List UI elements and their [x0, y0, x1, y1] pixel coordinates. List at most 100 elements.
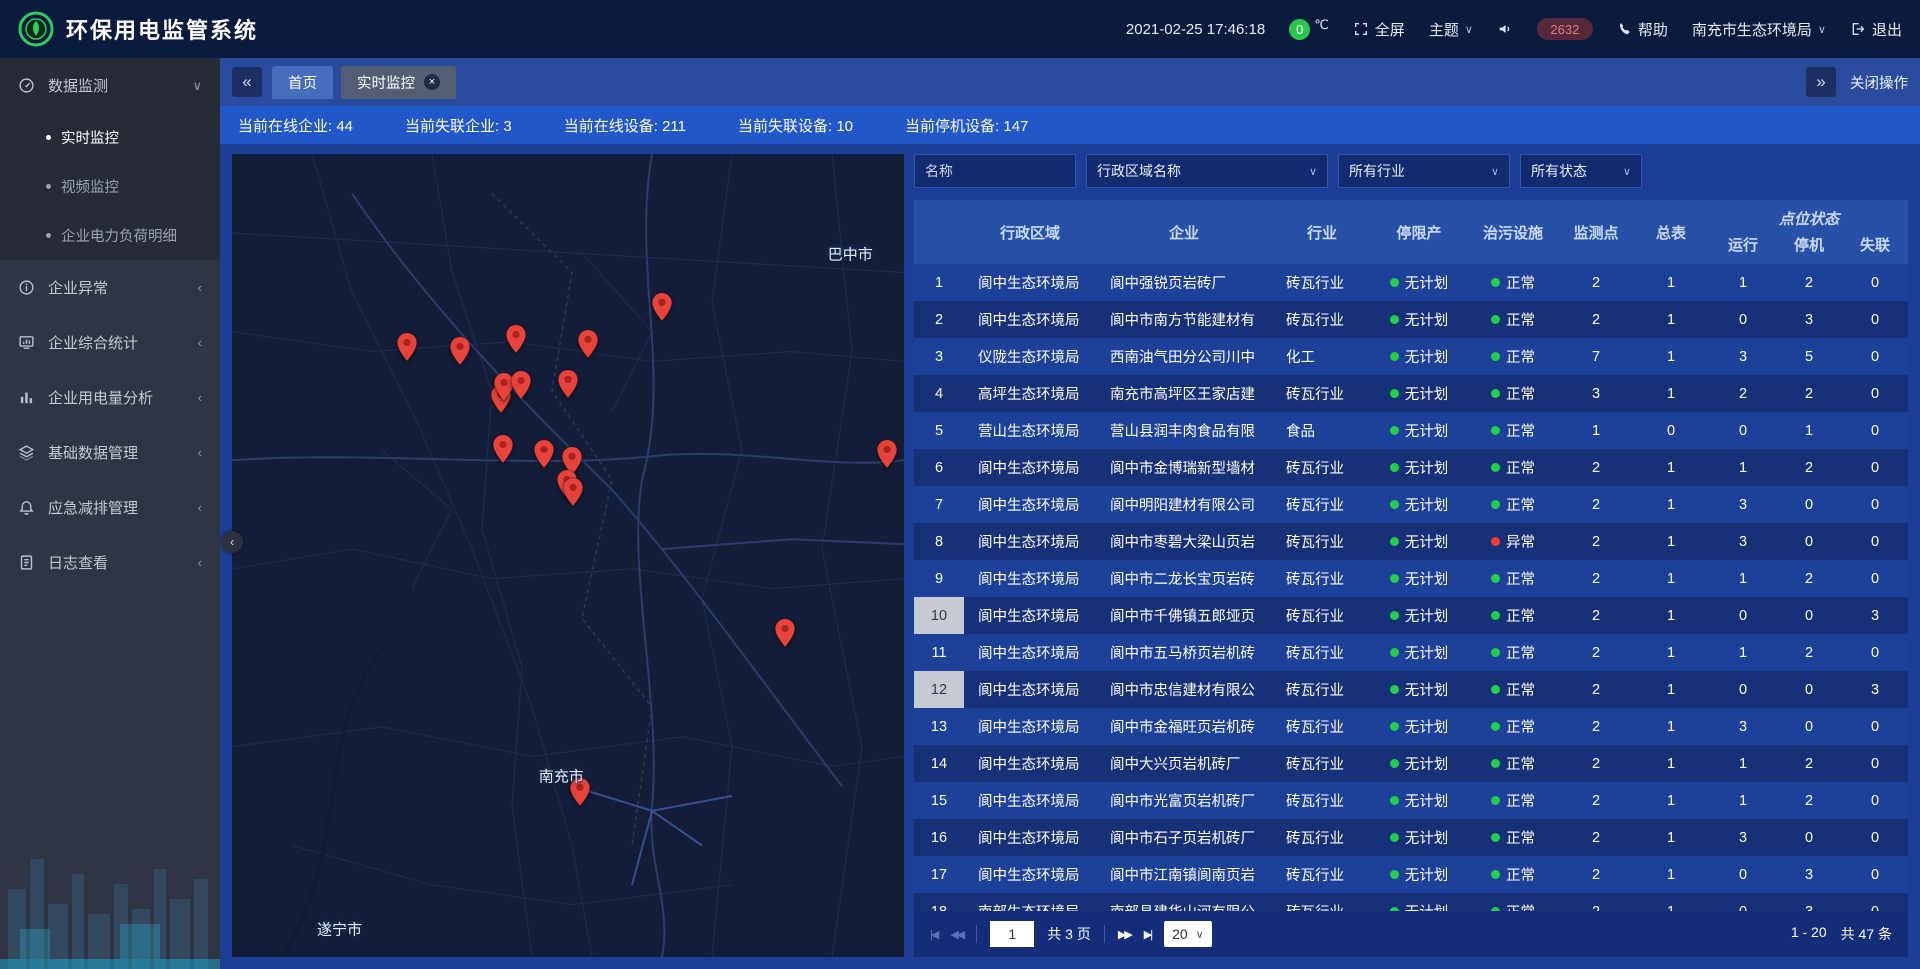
prev-page-button[interactable]: ◀◀ [950, 928, 963, 941]
logout-button[interactable]: 退出 [1850, 19, 1902, 40]
row-index: 4 [914, 375, 964, 412]
table-row[interactable]: 6阆中生态环境局阆中市金博瑞新型墙材砖瓦行业无计划正常21120 [914, 449, 1908, 486]
chevron-left-icon: ‹ [198, 555, 202, 570]
bullet-icon [46, 233, 51, 238]
organization-dropdown[interactable]: 南充市生态环境局 ∨ [1692, 19, 1826, 40]
table-row[interactable]: 4高坪生态环境局南充市高坪区王家店建砖瓦行业无计划正常31220 [914, 375, 1908, 412]
status-dot-green [1390, 537, 1399, 546]
page-input[interactable] [990, 921, 1034, 947]
sidebar-subitem[interactable]: 视频监控 [0, 162, 220, 211]
first-page-button[interactable]: |◀ [930, 928, 937, 941]
enterprise-location-pin[interactable] [510, 370, 531, 405]
enterprise-location-pin[interactable] [492, 434, 513, 469]
row-index: 7 [914, 486, 964, 523]
sidebar-item-emergency-reduction[interactable]: 应急减排管理‹ [0, 480, 220, 535]
tab-item[interactable]: 实时监控× [341, 66, 456, 99]
enterprise-location-pin[interactable] [562, 477, 583, 512]
table-row[interactable]: 10阆中生态环境局阆中市千佛镇五郎垭页砖瓦行业无计划正常21003 [914, 597, 1908, 634]
announcement-button[interactable] [1497, 21, 1513, 37]
table-row[interactable]: 11阆中生态环境局阆中市五马桥页岩机砖砖瓦行业无计划正常21120 [914, 634, 1908, 671]
sidebar-subitem[interactable]: 实时监控 [0, 113, 220, 162]
fullscreen-icon [1353, 21, 1369, 37]
cell-facility-status: 正常 [1466, 597, 1560, 634]
cell-meters: 1 [1632, 560, 1710, 597]
table-row[interactable]: 13阆中生态环境局阆中市金福旺页岩机砖砖瓦行业无计划正常21300 [914, 708, 1908, 745]
sidebar-item-base-data-management[interactable]: 基础数据管理‹ [0, 425, 220, 480]
notification-count-badge[interactable]: 2632 [1537, 18, 1593, 40]
tabs-scroll-right-button[interactable]: » [1806, 67, 1836, 97]
cell-enterprise: 阆中市江南镇阆南页岩 [1096, 856, 1272, 893]
table-body: 1阆中生态环境局阆中强锐页岩砖厂砖瓦行业无计划正常211202阆中生态环境局阆中… [914, 264, 1908, 911]
cell-running: 1 [1710, 264, 1776, 301]
cell-industry: 砖瓦行业 [1272, 708, 1372, 745]
last-page-button[interactable]: ▶| [1144, 928, 1151, 941]
app-root: 环保用电监管系统 2021-02-25 17:46:18 0 ℃ 全屏 主题 ∨ [0, 0, 1920, 969]
sidebar-item-enterprise-statistics[interactable]: 企业综合统计‹ [0, 315, 220, 370]
table-row[interactable]: 14阆中生态环境局阆中大兴页岩机砖厂砖瓦行业无计划正常21120 [914, 745, 1908, 782]
sidebar-group-data-monitoring: 数据监测∨实时监控视频监控企业电力负荷明细 [0, 58, 220, 260]
enterprise-location-pin[interactable] [652, 292, 673, 327]
status-dot-green [1390, 500, 1399, 509]
row-index: 16 [914, 819, 964, 856]
sidebar-item-power-usage-analysis[interactable]: 企业用电量分析‹ [0, 370, 220, 425]
enterprise-location-pin[interactable] [558, 369, 579, 404]
status-select[interactable]: 所有状态 ∨ [1520, 154, 1642, 188]
stat-label: 当前在线企业: [238, 118, 336, 135]
table-row[interactable]: 2阆中生态环境局阆中市南方节能建材有砖瓦行业无计划正常21030 [914, 301, 1908, 338]
enterprise-location-pin[interactable] [877, 439, 898, 474]
cell-region: 阆中生态环境局 [964, 486, 1096, 523]
cell-region: 营山生态环境局 [964, 412, 1096, 449]
page-size-select[interactable]: 20 ∨ [1164, 921, 1212, 947]
cell-facility-status: 正常 [1466, 486, 1560, 523]
cell-production-status: 无计划 [1372, 449, 1466, 486]
cell-production-status: 无计划 [1372, 708, 1466, 745]
cell-points: 2 [1560, 634, 1632, 671]
cell-offline: 0 [1842, 782, 1908, 819]
cell-meters: 0 [1632, 412, 1710, 449]
table-row[interactable]: 5营山生态环境局营山县润丰肉食品有限食品无计划正常10010 [914, 412, 1908, 449]
table-row[interactable]: 1阆中生态环境局阆中强锐页岩砖厂砖瓦行业无计划正常21120 [914, 264, 1908, 301]
table-row[interactable]: 8阆中生态环境局阆中市枣碧大梁山页岩砖瓦行业无计划异常21300 [914, 523, 1908, 560]
enterprise-location-pin[interactable] [775, 618, 796, 653]
sidebar-item-data-monitoring[interactable]: 数据监测∨ [0, 58, 220, 113]
enterprise-location-pin[interactable] [396, 332, 417, 367]
name-search-input[interactable] [914, 154, 1076, 188]
table-row[interactable]: 3仪陇生态环境局西南油气田分公司川中化工无计划正常71350 [914, 338, 1908, 375]
stat-label: 当前失联设备: [738, 118, 836, 135]
region-select[interactable]: 行政区域名称 ∨ [1086, 154, 1328, 188]
table-row[interactable]: 18南部生态环境局南部县建华山河有限公砖瓦行业无计划正常21030 [914, 893, 1908, 911]
sidebar-subitem-label: 企业电力负荷明细 [61, 225, 177, 246]
total-count-label: 共 47 条 [1841, 924, 1892, 944]
sidebar-subitem[interactable]: 企业电力负荷明细 [0, 211, 220, 260]
city-label: 巴中市 [828, 244, 873, 265]
chevron-left-icon: ‹ [198, 280, 202, 295]
table-row[interactable]: 7阆中生态环境局阆中明阳建材有限公司砖瓦行业无计划正常21300 [914, 486, 1908, 523]
close-icon[interactable]: × [424, 74, 440, 90]
tabs-scroll-left-button[interactable]: « [232, 67, 262, 97]
next-page-button[interactable]: ▶▶ [1118, 928, 1131, 941]
help-button[interactable]: 帮助 [1617, 19, 1668, 40]
sidebar-item-enterprise-abnormal[interactable]: 企业异常‹ [0, 260, 220, 315]
cell-production-status: 无计划 [1372, 486, 1466, 523]
close-operations-button[interactable]: 关闭操作 [1850, 72, 1908, 93]
cell-meters: 1 [1632, 893, 1710, 911]
tab-list: 首页实时监控× [272, 66, 456, 99]
row-index: 15 [914, 782, 964, 819]
table-row[interactable]: 9阆中生态环境局阆中市二龙长宝页岩砖砖瓦行业无计划正常21120 [914, 560, 1908, 597]
fullscreen-button[interactable]: 全屏 [1353, 19, 1405, 40]
cell-region: 阆中生态环境局 [964, 597, 1096, 634]
enterprise-location-pin[interactable] [578, 329, 599, 364]
theme-dropdown[interactable]: 主题 ∨ [1429, 19, 1473, 40]
table-row[interactable]: 17阆中生态环境局阆中市江南镇阆南页岩砖瓦行业无计划正常21030 [914, 856, 1908, 893]
table-row[interactable]: 16阆中生态环境局阆中市石子页岩机砖厂砖瓦行业无计划正常21300 [914, 819, 1908, 856]
enterprise-location-pin[interactable] [533, 439, 554, 474]
tab-item[interactable]: 首页 [272, 66, 333, 99]
cell-region: 阆中生态环境局 [964, 782, 1096, 819]
map-panel[interactable]: 巴中市南充市遂宁市 ‹ [232, 154, 904, 957]
table-row[interactable]: 15阆中生态环境局阆中市光富页岩机砖厂砖瓦行业无计划正常21120 [914, 782, 1908, 819]
industry-select[interactable]: 所有行业 ∨ [1338, 154, 1510, 188]
enterprise-location-pin[interactable] [450, 336, 471, 371]
enterprise-location-pin[interactable] [506, 324, 527, 359]
sidebar-item-log-view[interactable]: 日志查看‹ [0, 535, 220, 590]
table-row[interactable]: 12阆中生态环境局阆中市忠信建材有限公砖瓦行业无计划正常21003 [914, 671, 1908, 708]
